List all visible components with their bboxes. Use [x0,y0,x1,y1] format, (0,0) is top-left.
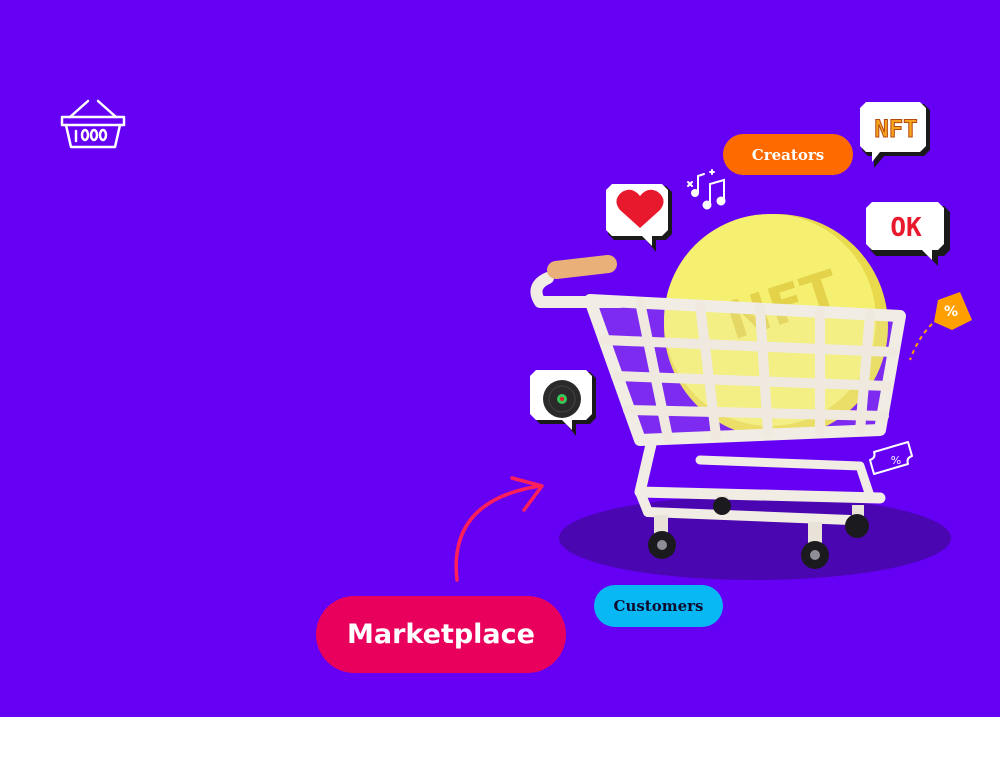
price-tag-icon: % [909,292,972,361]
ticket-icon: % [869,441,913,475]
price-tag-label: % [944,304,958,320]
page-footer-space [0,717,1000,775]
heart-icon [606,184,672,252]
ok-bubble-icon: OK [866,202,950,266]
ticket-label: % [891,454,901,467]
marketplace-badge: Marketplace [316,596,566,673]
cart-shadow [559,496,951,580]
basket-icon [60,99,126,149]
customers-badge: Customers [594,585,723,627]
creators-badge: Creators [723,134,853,175]
nft-bubble-label: NFT [874,115,917,143]
vinyl-record-icon [530,370,596,436]
arrow-icon [454,476,544,582]
music-notes-icon [687,169,726,210]
nft-bubble-icon: NFT [860,102,930,168]
hero-banner: NFT OK % % Creators Customers Marketplac… [0,0,1000,717]
ok-bubble-label: OK [890,213,922,243]
